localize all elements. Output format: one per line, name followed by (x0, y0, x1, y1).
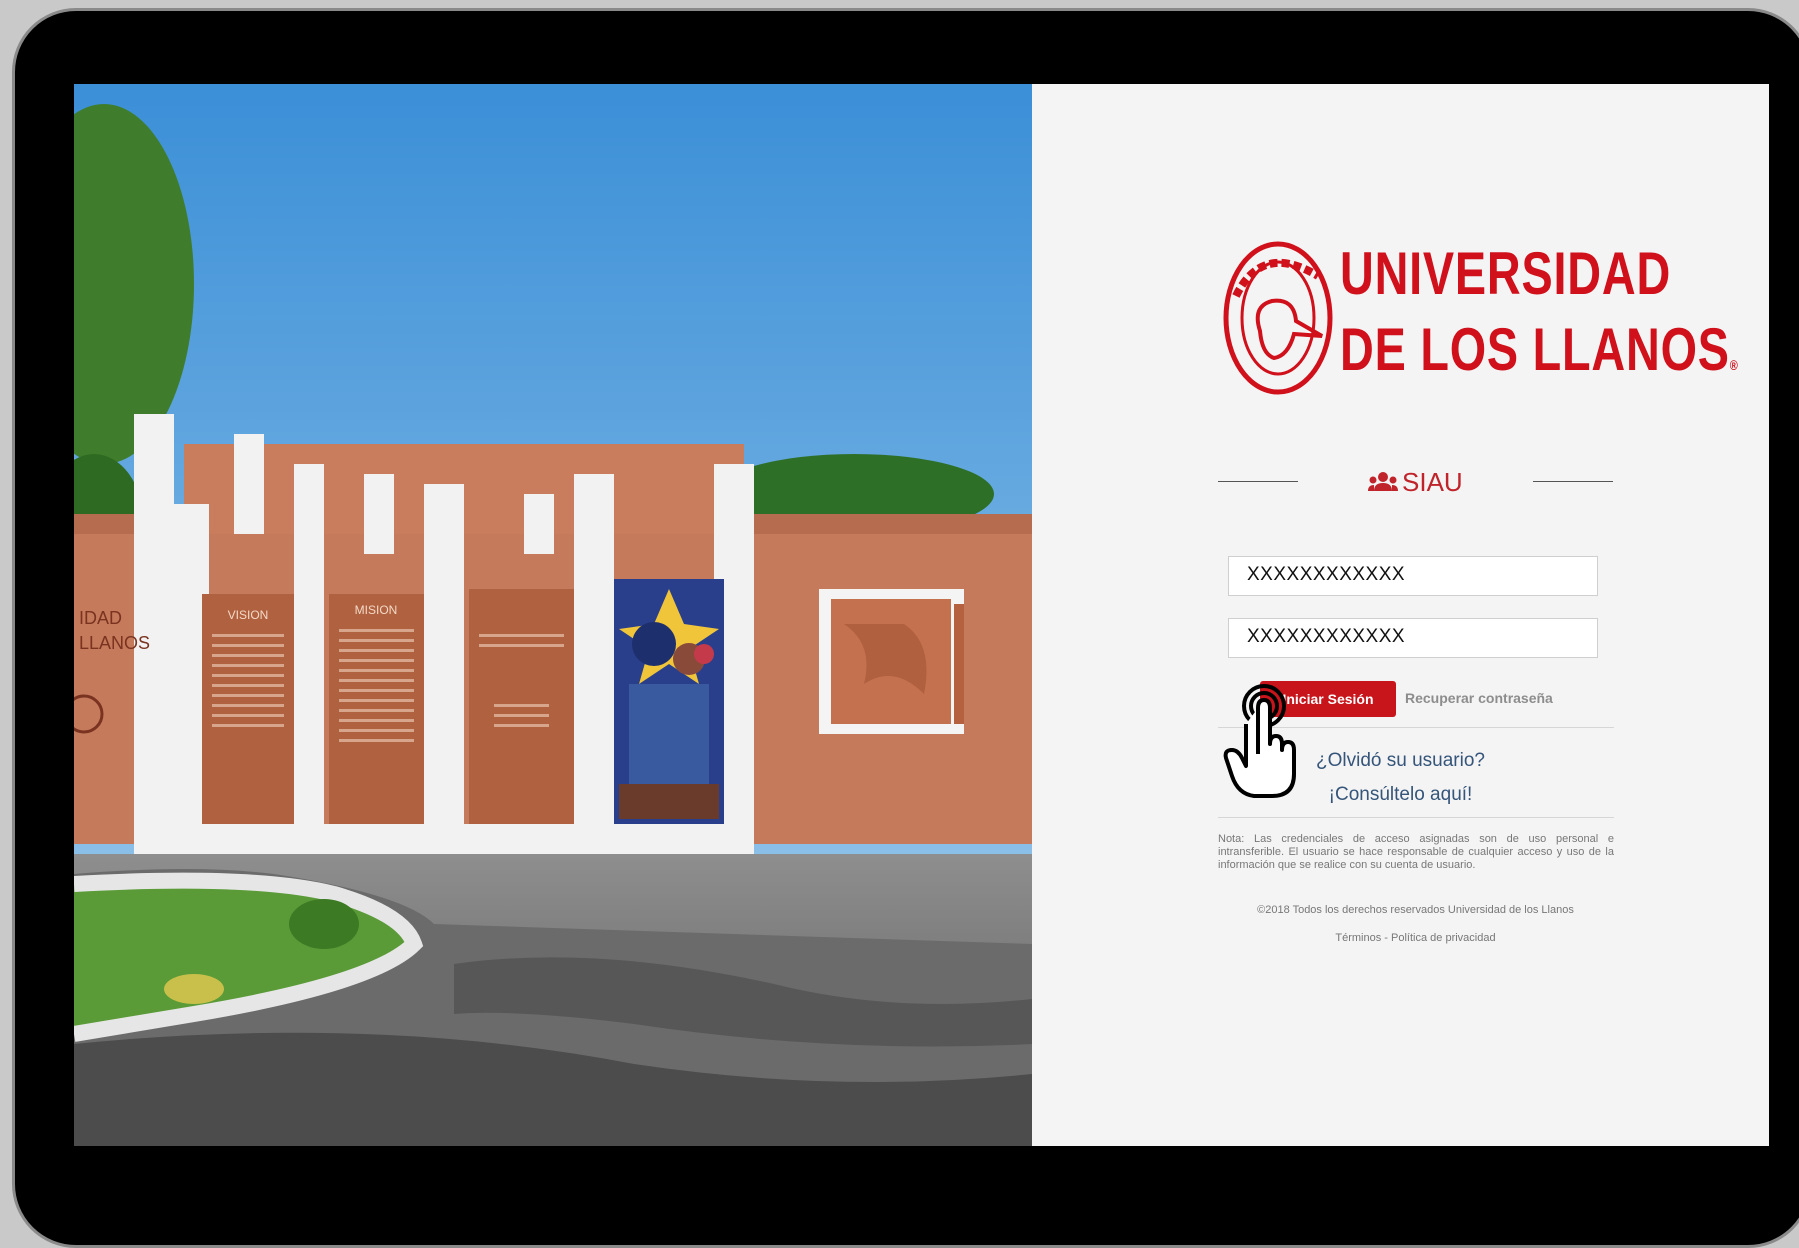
logo-wordmark: UNIVERSIDAD DE LOS LLANOS® (1340, 236, 1739, 403)
siau-header: SIAU (1218, 464, 1613, 500)
users-icon (1368, 471, 1398, 491)
svg-text:LLANOS: LLANOS (79, 633, 150, 653)
hand-pointer-icon (1223, 684, 1296, 798)
app-title: SIAU (1368, 467, 1463, 498)
divider-right (1533, 481, 1613, 482)
username-input[interactable]: XXXXXXXXXXXX (1228, 556, 1598, 596)
recover-password-link[interactable]: Recuperar contraseña (1405, 690, 1553, 706)
logo-line-2: DE LOS LLANOS (1340, 316, 1730, 383)
password-input[interactable]: XXXXXXXXXXXX (1228, 618, 1598, 658)
svg-text:IDAD: IDAD (79, 608, 122, 628)
unillanos-seal-icon (1223, 241, 1333, 395)
plaque-mision-label: MISION (355, 603, 398, 617)
footer-separator: - (1384, 932, 1388, 944)
logo-line-1: UNIVERSIDAD (1340, 240, 1672, 307)
forgot-user-question[interactable]: ¿Olvidó su usuario? (1032, 750, 1769, 772)
campus-photo: VISION MISION IDAD LLANOS (74, 84, 1032, 1146)
separator-bottom (1218, 817, 1614, 818)
divider-left (1218, 481, 1298, 482)
forgot-user-link[interactable]: ¡Consúltelo aquí! (1032, 784, 1769, 806)
privacy-link[interactable]: Política de privacidad (1391, 932, 1496, 944)
login-panel: UNIVERSIDAD DE LOS LLANOS® SIAU XXXXXXXX… (1032, 84, 1769, 1146)
screen: VISION MISION IDAD LLANOS UNIVERSIDAD DE… (74, 84, 1769, 1146)
copyright: ©2018 Todos los derechos reservados Univ… (1257, 904, 1574, 916)
footer-note: Nota: Las credenciales de acceso asignad… (1218, 833, 1614, 871)
app-name: SIAU (1402, 467, 1463, 497)
footer-links: Términos - Política de privacidad (1032, 932, 1769, 944)
university-logo: UNIVERSIDAD DE LOS LLANOS® (1222, 236, 1738, 401)
registered-mark: ® (1729, 357, 1739, 373)
plaque-vision-label: VISION (228, 608, 269, 622)
terms-link[interactable]: Términos (1335, 932, 1381, 944)
